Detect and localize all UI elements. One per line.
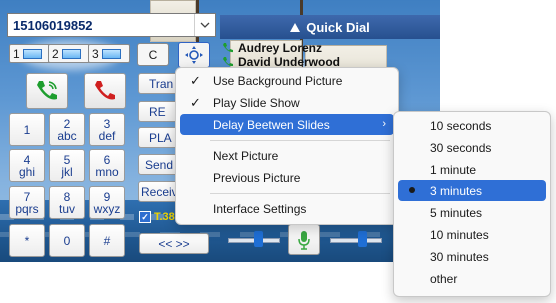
menu-item-play-slide-show[interactable]: ✓ Play Slide Show <box>180 92 394 113</box>
line-number: 3 <box>92 46 99 61</box>
mic-volume-thumb[interactable] <box>358 231 367 247</box>
speaker-volume-thumb[interactable] <box>254 231 263 247</box>
move-button[interactable] <box>178 42 210 68</box>
keypad-key-1[interactable]: 1 <box>9 113 45 146</box>
keypad-key-0[interactable]: 0 <box>49 224 85 257</box>
radio-selected-icon <box>409 187 415 193</box>
move-crosshair-icon <box>185 46 203 64</box>
checkmark-icon: ✓ <box>190 95 201 110</box>
line-indicator-icon <box>22 48 42 59</box>
delay-option-3-minutes[interactable]: 3 minutes <box>398 180 546 201</box>
delay-submenu: 10 seconds 30 seconds 1 minute 3 minutes… <box>393 111 551 297</box>
checkmark-icon: ✓ <box>139 211 151 223</box>
triangle-up-icon <box>290 22 301 32</box>
quick-dial-title: Quick Dial <box>306 19 370 35</box>
number-input[interactable]: 15106019852 <box>7 13 216 37</box>
delay-option-30-minutes[interactable]: 30 minutes <box>398 246 546 267</box>
chevron-right-icon: › <box>382 118 386 130</box>
line-number: 2 <box>52 46 59 61</box>
microphone-icon <box>298 230 310 250</box>
line-number: 1 <box>13 46 20 61</box>
menu-item-next-picture[interactable]: Next Picture <box>180 145 394 166</box>
phone-hangup-icon <box>95 81 115 100</box>
delay-option-5-minutes[interactable]: 5 minutes <box>398 202 546 223</box>
delay-option-other[interactable]: other <box>398 268 546 289</box>
clear-button[interactable]: C <box>137 43 169 66</box>
mic-volume-slider[interactable] <box>330 238 382 243</box>
menu-item-interface-settings[interactable]: Interface Settings <box>180 198 394 219</box>
t38-label: T.38 <box>154 211 175 223</box>
keypad-key-4[interactable]: 4 ghi <box>9 149 45 182</box>
t38-checkbox[interactable]: ✓ T.38 <box>139 211 175 223</box>
keypad-key-6[interactable]: 6 mno <box>89 149 125 182</box>
menu-item-delay-between-slides[interactable]: Delay Beetwen Slides › <box>180 114 394 135</box>
menu-separator <box>210 140 390 141</box>
keypad-key-5[interactable]: 5 jkl <box>49 149 85 182</box>
line-1-button[interactable]: 1 <box>9 44 51 63</box>
number-value[interactable]: 15106019852 <box>8 18 194 33</box>
line-3-button[interactable]: 3 <box>88 44 130 63</box>
menu-item-previous-picture[interactable]: Previous Picture <box>180 167 394 188</box>
delay-option-30-seconds[interactable]: 30 seconds <box>398 137 546 158</box>
keypad-key-9[interactable]: 9 wxyz <box>89 186 125 219</box>
phone-icon <box>223 43 233 53</box>
microphone-button[interactable] <box>288 224 320 255</box>
line-2-button[interactable]: 2 <box>48 44 90 63</box>
chevron-down-icon[interactable] <box>194 14 215 36</box>
phone-icon <box>223 57 233 66</box>
hangup-button[interactable] <box>84 73 126 109</box>
context-menu: ✓ Use Background Picture ✓ Play Slide Sh… <box>175 67 399 225</box>
keypad-key-8[interactable]: 8 tuv <box>49 186 85 219</box>
delay-option-10-minutes[interactable]: 10 minutes <box>398 224 546 245</box>
keypad-key-7[interactable]: 7 pqrs <box>9 186 45 219</box>
delay-option-10-seconds[interactable]: 10 seconds <box>398 115 546 136</box>
contact-name: Audrey Lorenz <box>238 41 323 55</box>
menu-item-use-background-picture[interactable]: ✓ Use Background Picture <box>180 70 394 91</box>
quick-dial-contact[interactable]: Audrey Lorenz <box>222 41 322 55</box>
keypad-key-star[interactable]: * <box>9 224 45 257</box>
contact-name: David Underwood <box>238 57 341 66</box>
call-button[interactable] <box>26 73 68 109</box>
line-indicator-icon <box>61 48 81 59</box>
line-indicator-icon <box>101 48 121 59</box>
navigate-button[interactable]: << >> <box>139 233 209 254</box>
checkmark-icon: ✓ <box>190 73 201 88</box>
phone-call-icon <box>37 81 57 100</box>
quick-dial-contact[interactable]: David Underwood <box>222 57 340 66</box>
keypad-key-hash[interactable]: # <box>89 224 125 257</box>
delay-option-1-minute[interactable]: 1 minute <box>398 159 546 180</box>
quick-dial-header[interactable]: Quick Dial <box>220 15 440 39</box>
menu-separator <box>210 193 390 194</box>
keypad-key-2[interactable]: 2 abc <box>49 113 85 146</box>
keypad-key-3[interactable]: 3 def <box>89 113 125 146</box>
